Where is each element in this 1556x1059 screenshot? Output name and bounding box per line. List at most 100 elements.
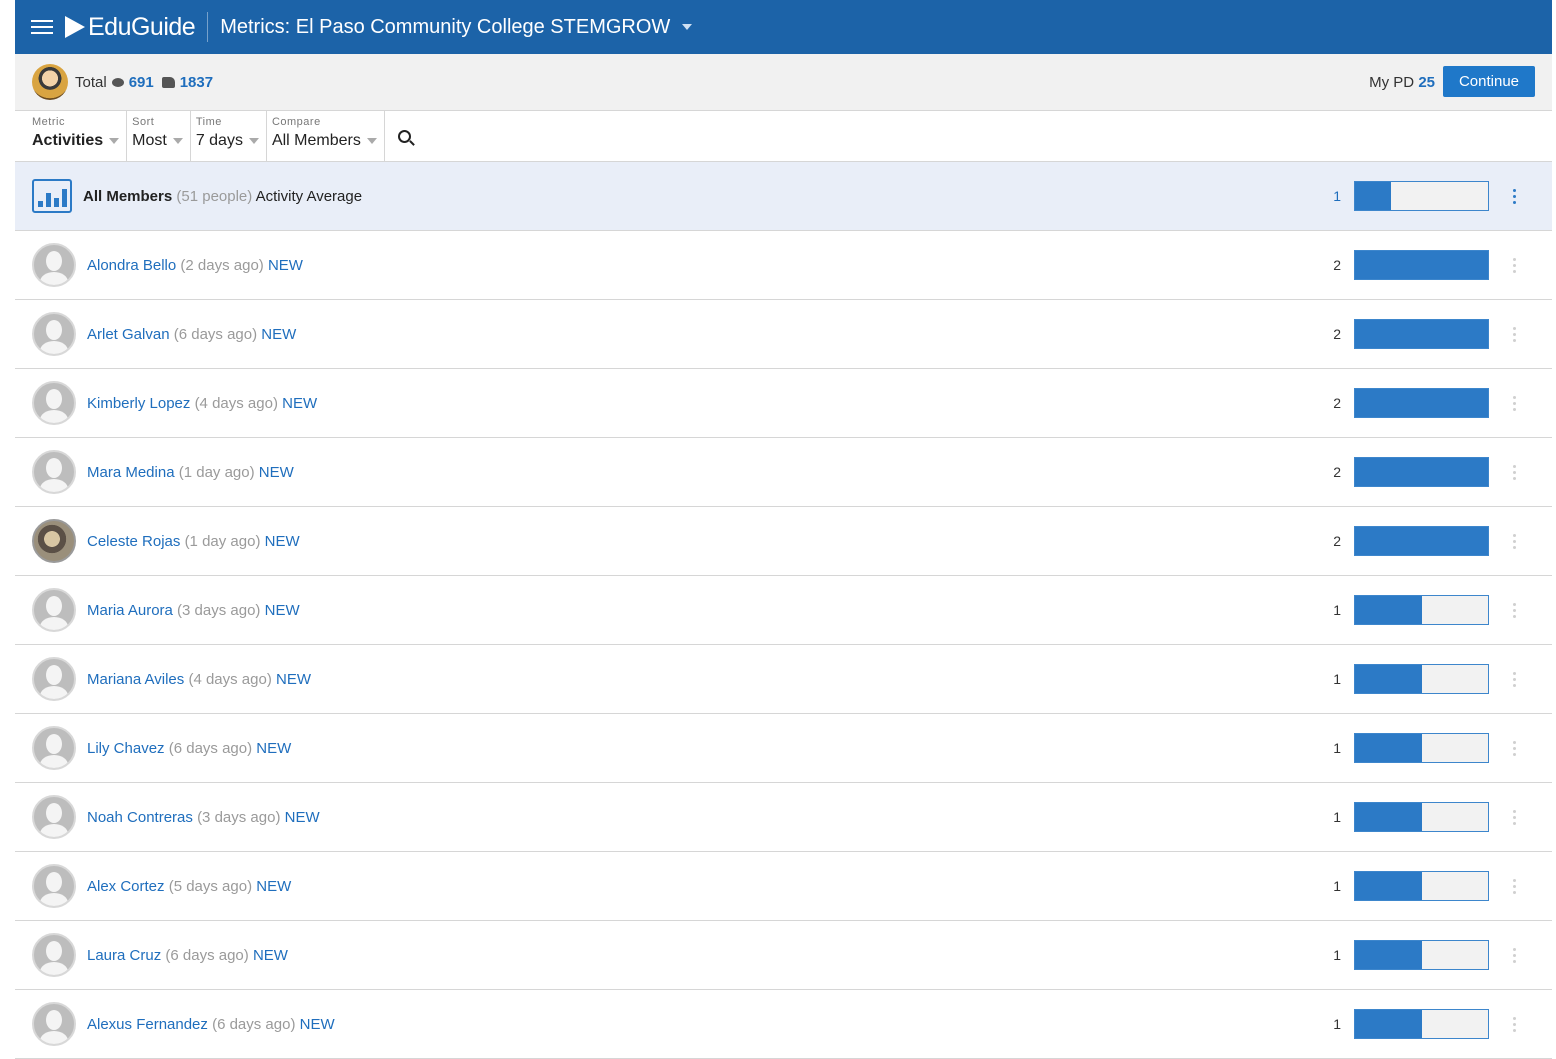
activity-count: 1 (1333, 188, 1341, 204)
activity-bar-fill (1355, 527, 1488, 555)
logo[interactable]: EduGuide (65, 12, 196, 42)
avatar[interactable] (32, 933, 76, 977)
avatar[interactable] (32, 243, 76, 287)
more-options-icon[interactable] (1506, 669, 1522, 689)
activity-bar-fill (1355, 458, 1488, 486)
last-active: (5 days ago) (168, 877, 253, 895)
avatar[interactable] (32, 450, 76, 494)
menu-icon[interactable] (31, 20, 53, 34)
avatar[interactable] (32, 726, 76, 770)
app: EduGuide Metrics: El Paso Community Coll… (15, 0, 1552, 1059)
member-name[interactable]: Mara Medina (87, 464, 175, 481)
member-name[interactable]: Alex Cortez (87, 878, 165, 895)
member-row[interactable]: Lily Chavez (6 days ago) NEW 1 (15, 714, 1552, 783)
group-title-dropdown[interactable]: Metrics: El Paso Community College STEMG… (220, 15, 693, 39)
search-button[interactable] (385, 111, 425, 161)
avatar[interactable] (32, 795, 76, 839)
member-name[interactable]: Arlet Galvan (87, 326, 170, 343)
logo-text: EduGuide (88, 12, 196, 41)
member-text: Alex Cortez (5 days ago) NEW (87, 878, 291, 895)
my-pd[interactable]: My PD 25 (1369, 74, 1435, 91)
filter-label: Time (195, 116, 222, 128)
more-options-icon[interactable] (1506, 945, 1522, 965)
last-active: (4 days ago) (194, 394, 278, 412)
more-options-icon[interactable] (1506, 324, 1522, 344)
member-name[interactable]: Celeste Rojas (87, 533, 180, 550)
last-active: (6 days ago) (173, 325, 258, 343)
member-name[interactable]: Noah Contreras (87, 809, 193, 826)
more-options-icon[interactable] (1506, 600, 1522, 620)
avatar[interactable] (32, 864, 76, 908)
more-options-icon[interactable] (1506, 1014, 1522, 1034)
sort-filter[interactable]: Sort Most (127, 111, 191, 161)
activity-bar-fill (1355, 734, 1422, 762)
time-filter[interactable]: Time 7 days (191, 111, 267, 161)
my-avatar[interactable] (32, 64, 68, 100)
avatar[interactable] (32, 657, 76, 701)
page-title: Metrics: El Paso Community College STEMG… (220, 15, 671, 38)
more-options-icon[interactable] (1506, 393, 1522, 413)
activity-bar (1354, 802, 1489, 832)
average-row[interactable]: All Members (51 people) Activity Average… (15, 162, 1552, 231)
more-options-icon[interactable] (1506, 186, 1522, 206)
member-row[interactable]: Alex Cortez (5 days ago) NEW 1 (15, 852, 1552, 921)
member-name[interactable]: Maria Aurora (87, 602, 173, 619)
comment-icon (111, 77, 124, 87)
avatar[interactable] (32, 312, 76, 356)
new-badge: NEW (264, 601, 300, 619)
member-row[interactable]: Mara Medina (1 day ago) NEW 2 (15, 438, 1552, 507)
avatar[interactable] (32, 1002, 76, 1046)
avatar[interactable] (32, 519, 76, 563)
play-icon (65, 16, 85, 38)
activity-count: 2 (1333, 464, 1341, 480)
member-name[interactable]: Laura Cruz (87, 947, 161, 964)
activity-count: 2 (1333, 533, 1341, 549)
filter-value: Most (132, 132, 167, 149)
chevron-down-icon (248, 138, 259, 144)
member-row[interactable]: Arlet Galvan (6 days ago) NEW 2 (15, 300, 1552, 369)
last-active: (1 day ago) (178, 463, 255, 481)
new-badge: NEW (282, 394, 318, 412)
activity-bar (1354, 388, 1489, 418)
metric-filter[interactable]: Metric Activities (15, 111, 128, 161)
continue-button[interactable]: Continue (1443, 66, 1535, 97)
top-bar: EduGuide Metrics: El Paso Community Coll… (15, 0, 1552, 54)
activity-bar (1354, 595, 1489, 625)
member-name[interactable]: Alexus Fernandez (87, 1016, 208, 1033)
member-name[interactable]: Mariana Aviles (87, 671, 184, 688)
member-name[interactable]: Kimberly Lopez (87, 395, 190, 412)
member-row[interactable]: Celeste Rojas (1 day ago) NEW 2 (15, 507, 1552, 576)
member-row[interactable]: Noah Contreras (3 days ago) NEW 1 (15, 783, 1552, 852)
my-pd-value: 25 (1418, 73, 1435, 91)
filter-value: Activities (32, 132, 104, 149)
member-name[interactable]: Alondra Bello (87, 257, 176, 274)
activity-bar-fill (1355, 665, 1422, 693)
activity-count: 2 (1333, 257, 1341, 273)
member-row[interactable]: Mariana Aviles (4 days ago) NEW 1 (15, 645, 1552, 714)
compare-filter[interactable]: Compare All Members (267, 111, 385, 161)
filter-label: Sort (132, 116, 155, 128)
more-options-icon[interactable] (1506, 531, 1522, 551)
member-text: Mariana Aviles (4 days ago) NEW (87, 671, 311, 688)
more-options-icon[interactable] (1506, 876, 1522, 896)
more-options-icon[interactable] (1506, 738, 1522, 758)
filter-value: 7 days (195, 132, 243, 149)
member-text: Alondra Bello (2 days ago) NEW (87, 257, 303, 274)
thumbs-up-icon (161, 76, 175, 88)
avatar[interactable] (32, 381, 76, 425)
member-row[interactable]: Laura Cruz (6 days ago) NEW 1 (15, 921, 1552, 990)
like-count[interactable]: 1837 (180, 74, 213, 91)
activity-bar (1354, 250, 1489, 280)
member-row[interactable]: Kimberly Lopez (4 days ago) NEW 2 (15, 369, 1552, 438)
member-name[interactable]: Lily Chavez (87, 740, 165, 757)
more-options-icon[interactable] (1506, 255, 1522, 275)
member-row[interactable]: Alondra Bello (2 days ago) NEW 2 (15, 231, 1552, 300)
avatar[interactable] (32, 588, 76, 632)
more-options-icon[interactable] (1506, 807, 1522, 827)
comment-count[interactable]: 691 (129, 74, 154, 91)
new-badge: NEW (258, 463, 294, 481)
member-row[interactable]: Alexus Fernandez (6 days ago) NEW 1 (15, 990, 1552, 1059)
new-badge: NEW (256, 877, 292, 895)
member-row[interactable]: Maria Aurora (3 days ago) NEW 1 (15, 576, 1552, 645)
more-options-icon[interactable] (1506, 462, 1522, 482)
